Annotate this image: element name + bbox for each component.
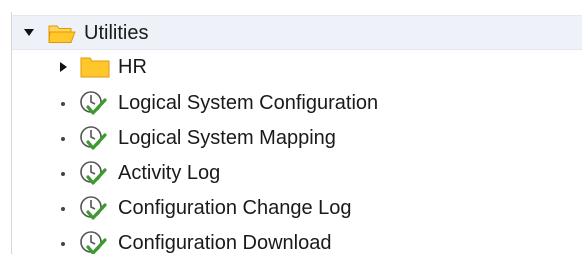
tree-node-label: HR (118, 56, 147, 78)
tree-node-label: Logical System Mapping (118, 127, 336, 149)
clock-check-icon (80, 91, 107, 115)
tree-node-logical-system-mapping[interactable]: Logical System Mapping (12, 121, 582, 156)
clock-check-icon (80, 231, 107, 254)
navigation-tree: Utilities HR Logical System Configuratio… (12, 0, 582, 254)
clock-check-icon (80, 126, 107, 150)
expand-arrow-right-icon[interactable] (59, 62, 69, 72)
expand-arrow-down-icon[interactable] (24, 28, 34, 38)
folder-open-icon (48, 25, 76, 43)
folder-icon (80, 57, 110, 78)
tree-node-label: Utilities (84, 22, 149, 44)
tree-leaf-bullet (61, 242, 65, 246)
tree-leaf-bullet (61, 137, 65, 141)
tree-node-activity-log[interactable]: Activity Log (12, 156, 582, 191)
tree-node-label: Activity Log (118, 162, 221, 184)
tree-node-label: Configuration Download (118, 232, 332, 254)
tree-node-hr[interactable]: HR (12, 50, 582, 85)
navigation-tree-panel: Utilities HR Logical System Configuratio… (0, 0, 582, 254)
tree-leaf-bullet (61, 102, 65, 106)
tree-leaf-bullet (61, 207, 65, 211)
tree-node-configuration-change-log[interactable]: Configuration Change Log (12, 191, 582, 226)
tree-node-configuration-download[interactable]: Configuration Download (12, 226, 582, 254)
tree-node-label: Configuration Change Log (118, 197, 352, 219)
clock-check-icon (80, 196, 107, 220)
tree-node-utilities[interactable]: Utilities (12, 15, 582, 50)
tree-leaf-bullet (61, 172, 65, 176)
tree-node-label: Logical System Configuration (118, 92, 379, 114)
tree-node-logical-system-configuration[interactable]: Logical System Configuration (12, 86, 582, 121)
clock-check-icon (80, 161, 107, 185)
